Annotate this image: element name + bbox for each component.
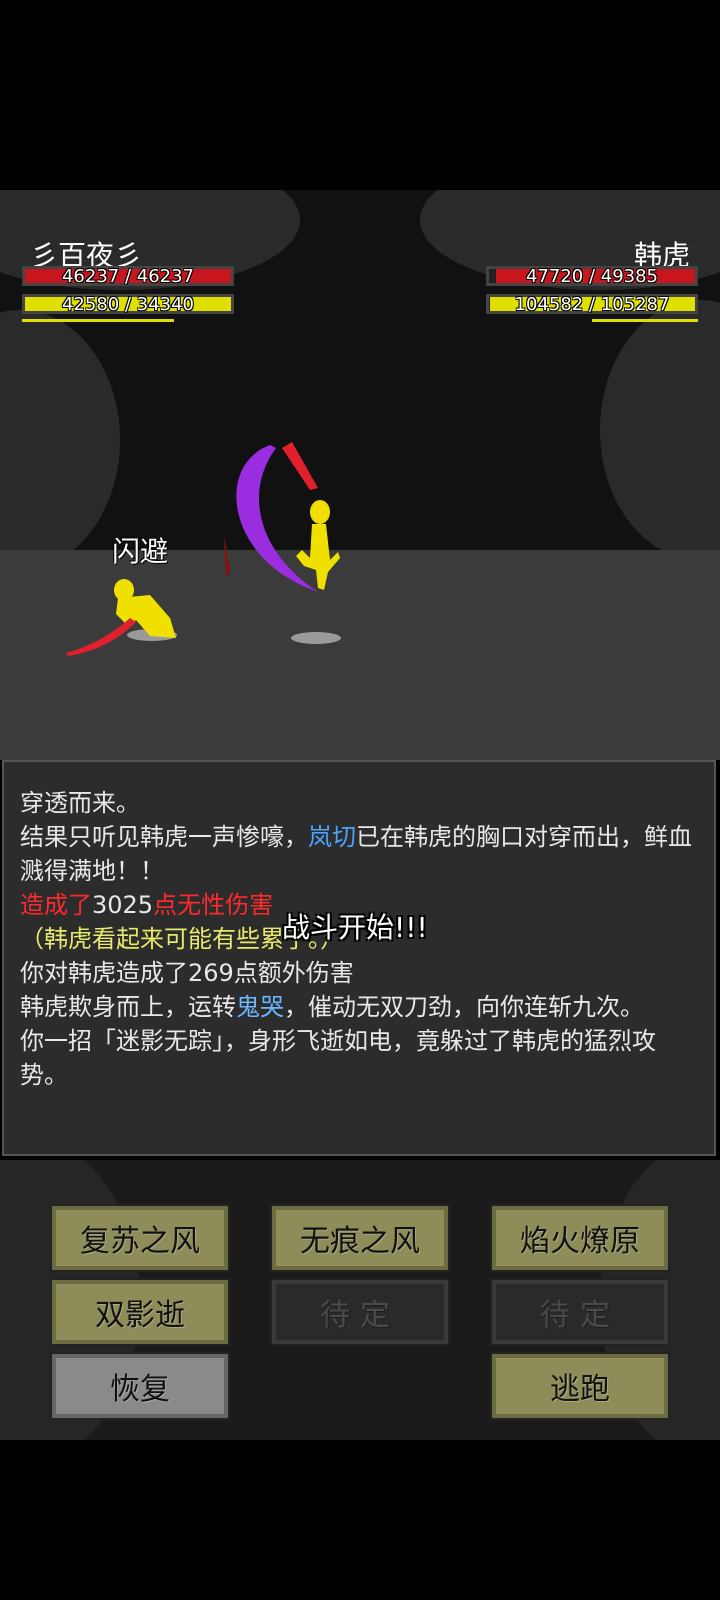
flee-button[interactable]: 逃跑 (490, 1352, 670, 1420)
blood-streak (224, 535, 230, 578)
recover-button[interactable]: 恢复 (50, 1352, 230, 1420)
log-line: 你一招「迷影无踪」，身形飞逝如电，竟躲过了韩虎的猛烈攻势。 (20, 1027, 656, 1089)
skill-name-highlight: 岚切 (308, 823, 356, 851)
fighters-illustration (66, 442, 341, 656)
log-line: 穿透而来。 (20, 789, 140, 817)
log-line: 韩虎欺身而上，运转鬼哭，催动无双刀劲，向你连斩九次。 (20, 993, 644, 1021)
skill-slot-locked[interactable]: 待定 (490, 1278, 670, 1346)
skill-name-highlight: 鬼哭 (236, 993, 284, 1021)
battle-log[interactable]: 穿透而来。 结果只听见韩虎一声惨嚎，岚切已在韩虎的胸口对穿而出，鲜血溅得满地！！… (2, 760, 716, 1156)
enemy-shadow (291, 632, 341, 644)
battle-scene: 彡百夜彡 韩虎 46237 / 46237 42580 / 34340 4772… (0, 190, 720, 760)
skill-slot-locked[interactable]: 待定 (270, 1278, 450, 1346)
skill-button-twin-shadow[interactable]: 双影逝 (50, 1278, 230, 1346)
skill-button-traceless-wind[interactable]: 无痕之风 (270, 1204, 450, 1272)
skill-button-revive-wind[interactable]: 复苏之风 (50, 1204, 230, 1272)
log-line: 结果只听见韩虎一声惨嚎，岚切已在韩虎的胸口对穿而出，鲜血溅得满地！！ (20, 823, 692, 885)
battle-start-message: 战斗开始!!! (282, 911, 428, 944)
enemy-head (310, 500, 330, 524)
enemy-blade (282, 442, 318, 490)
skill-button-prairie-fire[interactable]: 焰火燎原 (490, 1204, 670, 1272)
player-blade (66, 618, 136, 656)
log-line: 你对韩虎造成了269点额外伤害 (20, 959, 354, 987)
enemy-body (296, 524, 340, 590)
